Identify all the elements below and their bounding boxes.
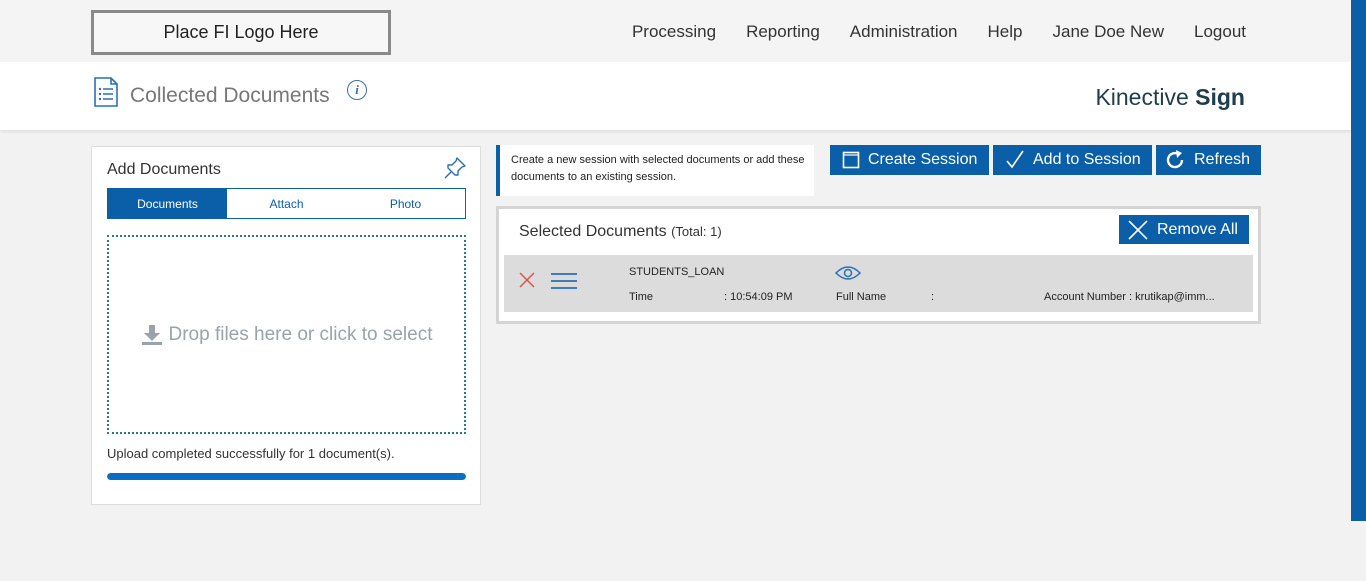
- refresh-button[interactable]: Refresh: [1156, 145, 1261, 175]
- add-to-session-label: Add to Session: [1033, 151, 1141, 168]
- main-nav: Processing Reporting Administration Help…: [632, 22, 1246, 42]
- selected-documents-panel: Selected Documents (Total: 1) Remove All…: [496, 206, 1261, 324]
- full-name-label: Full Name: [836, 291, 887, 303]
- time-value: : 10:54:09 PM: [724, 291, 793, 303]
- selected-document-row: STUDENTS_LOAN Time : 10:54:09 PM Full Na…: [504, 255, 1253, 312]
- download-icon: [141, 324, 162, 345]
- pin-icon[interactable]: [442, 155, 468, 181]
- eye-icon[interactable]: [835, 265, 861, 281]
- tab-photo[interactable]: Photo: [346, 189, 465, 218]
- account-number: Account Number : krutikap@imm...: [1044, 291, 1215, 303]
- create-session-label: Create Session: [868, 151, 978, 168]
- upload-progress-bar: [107, 473, 466, 480]
- full-name-value: :: [931, 291, 935, 303]
- page-header: Collected Documents i Kinective Sign: [0, 62, 1351, 130]
- nav-reporting[interactable]: Reporting: [746, 22, 820, 42]
- dropzone-label: Drop files here or click to select: [168, 323, 433, 345]
- right-edge-bar: [1351, 0, 1366, 521]
- add-documents-title: Add Documents: [107, 161, 221, 178]
- hamburger-menu-icon[interactable]: [551, 272, 577, 290]
- remove-all-button[interactable]: Remove All: [1119, 215, 1249, 244]
- close-icon: [1128, 219, 1148, 240]
- add-documents-panel: Add Documents Documents Attach Photo Dro…: [91, 146, 481, 505]
- checkmark-icon: [1006, 150, 1024, 169]
- upload-progress-fill: [107, 473, 466, 480]
- upload-status-message: Upload completed successfully for 1 docu…: [107, 446, 395, 461]
- info-icon[interactable]: i: [347, 80, 367, 100]
- session-help-note: Create a new session with selected docum…: [496, 145, 814, 196]
- nav-help[interactable]: Help: [988, 22, 1023, 42]
- remove-all-label: Remove All: [1157, 220, 1238, 238]
- nav-administration[interactable]: Administration: [850, 22, 958, 42]
- add-documents-tabs: Documents Attach Photo: [107, 188, 466, 219]
- selected-documents-title: Selected Documents (Total: 1): [519, 223, 722, 241]
- logo-placeholder[interactable]: Place FI Logo Here: [91, 10, 391, 55]
- tab-documents[interactable]: Documents: [108, 189, 227, 218]
- time-label: Time: [629, 291, 654, 303]
- add-to-session-button[interactable]: Add to Session: [993, 145, 1152, 175]
- delete-icon[interactable]: [518, 271, 536, 289]
- brand-light-text: Kinective: [1095, 84, 1196, 110]
- create-session-button[interactable]: Create Session: [830, 145, 989, 175]
- nav-processing[interactable]: Processing: [632, 22, 716, 42]
- document-list-icon: [94, 77, 118, 107]
- file-dropzone[interactable]: Drop files here or click to select: [107, 235, 466, 434]
- brand-bold-text: Sign: [1195, 84, 1245, 110]
- nav-logout[interactable]: Logout: [1194, 22, 1246, 42]
- square-icon: [842, 151, 860, 169]
- top-navbar: Place FI Logo Here Processing Reporting …: [0, 0, 1351, 62]
- brand-logo: Kinective Sign: [1095, 84, 1245, 111]
- nav-user-name[interactable]: Jane Doe New: [1052, 22, 1164, 42]
- selected-documents-total: (Total: 1): [671, 224, 722, 239]
- document-name: STUDENTS_LOAN: [629, 266, 725, 278]
- tab-attach[interactable]: Attach: [227, 189, 346, 218]
- refresh-icon: [1166, 150, 1184, 169]
- selected-documents-heading: Selected Documents: [519, 223, 667, 240]
- page-title: Collected Documents: [130, 84, 330, 107]
- refresh-label: Refresh: [1194, 151, 1251, 168]
